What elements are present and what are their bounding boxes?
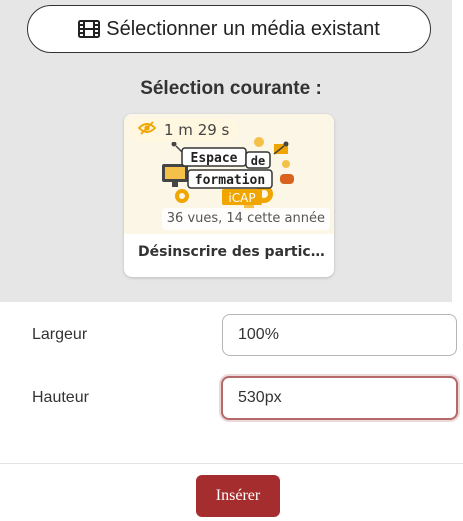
view-count: 36 vues, 14 cette année (161, 208, 330, 230)
film-icon (78, 19, 101, 39)
footer-divider (0, 463, 463, 464)
insert-button[interactable]: Insérer (196, 475, 280, 517)
height-label: Hauteur (32, 389, 89, 406)
duration-text: 1 m 29 s (164, 121, 230, 139)
thumbnail-text-de: de (251, 154, 265, 168)
thumbnail-text-formation: formation (195, 173, 265, 188)
width-input[interactable] (222, 314, 457, 356)
width-label: Largeur (32, 326, 88, 343)
thumbnail-text-icap: iCAP (228, 191, 255, 205)
current-selection-heading: Sélection courante : (140, 78, 322, 99)
media-card[interactable]: Espace de formation iCAP 1 m 29 s 36 vue… (124, 114, 334, 277)
height-input[interactable] (221, 376, 458, 420)
thumbnail-text-espace: Espace (191, 151, 238, 166)
media-selection-panel: Sélectionner un média existant Sélection… (0, 0, 452, 302)
duration-badge: 1 m 29 s (129, 118, 239, 142)
select-existing-media-label: Sélectionner un média existant (106, 17, 380, 40)
media-title: Désinscrire des participants (138, 244, 328, 260)
select-existing-media-button[interactable]: Sélectionner un média existant (27, 5, 431, 53)
media-thumbnail: Espace de formation iCAP 1 m 29 s 36 vue… (124, 114, 334, 234)
eye-slash-icon (137, 121, 157, 139)
